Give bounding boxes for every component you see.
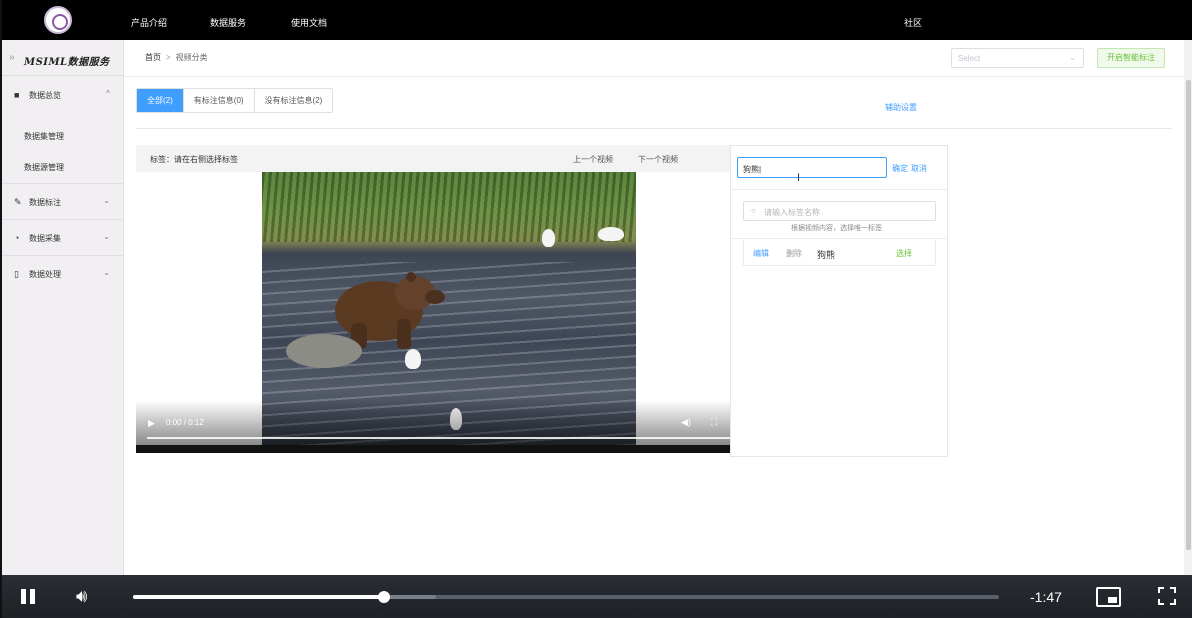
- sidebar-item-label: 数据采集: [29, 234, 61, 243]
- video-panel-header: 标签：请在右侧选择标签 上一个视频 下一个视频: [136, 145, 730, 172]
- chevron-down-icon: ⌄: [103, 268, 110, 277]
- sidebar-item-label: 数据总览: [29, 91, 61, 100]
- grid-icon: ■: [14, 90, 20, 100]
- nav-docs[interactable]: 使用文档: [291, 16, 327, 29]
- sidebar: » MSIML数据服务 ■ 数据总览 ^ 数据集管理 数据源管理 ✎ 数据标注 …: [0, 40, 124, 618]
- video-progress-track[interactable]: [147, 437, 730, 439]
- smart-label-button[interactable]: 开启智能标注: [1097, 48, 1165, 68]
- prev-video-button[interactable]: 上一个视频: [573, 154, 613, 165]
- seek-handle[interactable]: [378, 591, 390, 603]
- video-letterbox: [136, 445, 730, 453]
- play-icon[interactable]: ▶: [148, 418, 155, 429]
- pause-icon[interactable]: [20, 588, 37, 605]
- fullscreen-icon[interactable]: [1158, 587, 1176, 605]
- sidebar-brand: » MSIML数据服务: [0, 40, 124, 76]
- tab-unlabeled[interactable]: 没有标注信息(2): [253, 89, 333, 112]
- label-hint: 根据视频内容，选择唯一标签: [791, 225, 882, 232]
- rock-image: [286, 334, 362, 368]
- chevron-down-icon: ⌄: [1069, 53, 1076, 62]
- sidebar-item-processing[interactable]: ▯ 数据处理 ⌄: [0, 256, 124, 292]
- chevron-down-icon: ⌄: [103, 232, 110, 241]
- search-placeholder: 请输入标签名称: [764, 208, 820, 217]
- volume-icon[interactable]: ◀): [681, 417, 691, 428]
- collapse-icon[interactable]: »: [9, 52, 15, 63]
- app-frame: 产品介绍 数据服务 使用文档 社区 » MSIML数据服务 ■ 数据总览 ^ 数…: [0, 0, 1192, 618]
- seagull-image: [598, 227, 624, 241]
- divider: [136, 128, 1172, 129]
- new-label-value: 狗熊|: [743, 165, 762, 174]
- breadcrumb-separator: >: [166, 53, 171, 62]
- select-placeholder: Select: [958, 54, 981, 63]
- seagull-image: [405, 349, 421, 369]
- nav-community[interactable]: 社区: [904, 16, 922, 29]
- picture-in-picture-icon[interactable]: [1096, 587, 1121, 607]
- label-row: 编辑 删除 狗熊 选择: [743, 240, 936, 266]
- current-label-text: 标签：请在右侧选择标签: [150, 155, 238, 164]
- sidebar-item-label: 数据标注: [29, 198, 61, 207]
- seagull-image: [542, 229, 555, 247]
- label-panel: 狗熊| I 确定 取消 ○ 请输入标签名称 根据视频内容，选择唯一标签 编辑 删…: [730, 145, 948, 457]
- tab-labeled[interactable]: 有标注信息(0): [182, 89, 254, 112]
- breadcrumb-home[interactable]: 首页: [145, 53, 161, 62]
- sidebar-item-overview[interactable]: ■ 数据总览 ^: [0, 77, 124, 113]
- volume-icon[interactable]: 🔊︎: [76, 585, 87, 607]
- nav-data-service[interactable]: 数据服务: [210, 16, 246, 29]
- dataset-select[interactable]: Select ⌄: [951, 48, 1084, 68]
- bookmark-icon: ▯: [14, 269, 19, 279]
- window-edge: [0, 0, 2, 618]
- chevron-up-icon: ^: [106, 89, 110, 98]
- pen-icon: ✎: [14, 197, 22, 207]
- video-scenery: [262, 172, 636, 242]
- search-icon: ○: [751, 206, 756, 215]
- label-search-input[interactable]: ○ 请输入标签名称: [743, 201, 936, 221]
- delete-label-button[interactable]: 删除: [786, 248, 802, 259]
- chevron-down-icon: ⌄: [103, 196, 110, 205]
- sidebar-item-label: 数据处理: [29, 270, 61, 279]
- video-time: 0:00 / 0:12: [166, 418, 204, 427]
- cancel-button[interactable]: 取消: [911, 163, 927, 174]
- fullscreen-icon[interactable]: ⛶: [711, 417, 717, 428]
- breadcrumb-bar: 首页 > 视频分类 Select ⌄ 开启智能标注: [124, 40, 1188, 77]
- seek-progress: [133, 595, 384, 599]
- sidebar-subitem-datasets[interactable]: 数据集管理: [24, 131, 64, 142]
- breadcrumb: 首页 > 视频分类: [145, 52, 208, 63]
- label-name: 狗熊: [817, 250, 836, 260]
- breadcrumb-current: 视频分类: [175, 53, 208, 62]
- media-player-bar: 🔊︎ -1:47: [0, 575, 1192, 618]
- filter-tabs: 全部(2) 有标注信息(0) 没有标注信息(2): [136, 88, 334, 113]
- logo-icon[interactable]: [44, 6, 72, 34]
- new-label-input[interactable]: 狗熊|: [737, 157, 887, 178]
- text-cursor-icon: I: [797, 172, 801, 184]
- remaining-time: -1:47: [1030, 589, 1062, 605]
- sidebar-subitem-datasources[interactable]: 数据源管理: [24, 162, 64, 173]
- divider: [731, 238, 947, 239]
- brand-title: MSIML数据服务: [24, 57, 110, 68]
- tab-all[interactable]: 全部(2): [137, 89, 183, 112]
- video-panel: 标签：请在右侧选择标签 上一个视频 下一个视频 ▶ 0:00 / 0:12 ◀)…: [136, 145, 730, 453]
- page-scrollbar-thumb[interactable]: [1186, 80, 1191, 550]
- edit-label-button[interactable]: 编辑: [753, 248, 769, 259]
- sidebar-item-annotation[interactable]: ✎ 数据标注 ⌄: [0, 184, 124, 220]
- nav-products[interactable]: 产品介绍: [131, 16, 167, 29]
- choose-label-button[interactable]: 选择: [896, 248, 912, 259]
- confirm-button[interactable]: 确定: [892, 163, 908, 174]
- top-navbar: 产品介绍 数据服务 使用文档 社区: [0, 0, 1192, 40]
- sidebar-item-collection[interactable]: ◔ 数据采集 ⌄: [0, 220, 124, 256]
- divider: [731, 189, 947, 190]
- assist-settings-link[interactable]: 辅助设置: [885, 102, 917, 113]
- clock-icon: ◔: [14, 233, 20, 243]
- next-video-button[interactable]: 下一个视频: [638, 154, 678, 165]
